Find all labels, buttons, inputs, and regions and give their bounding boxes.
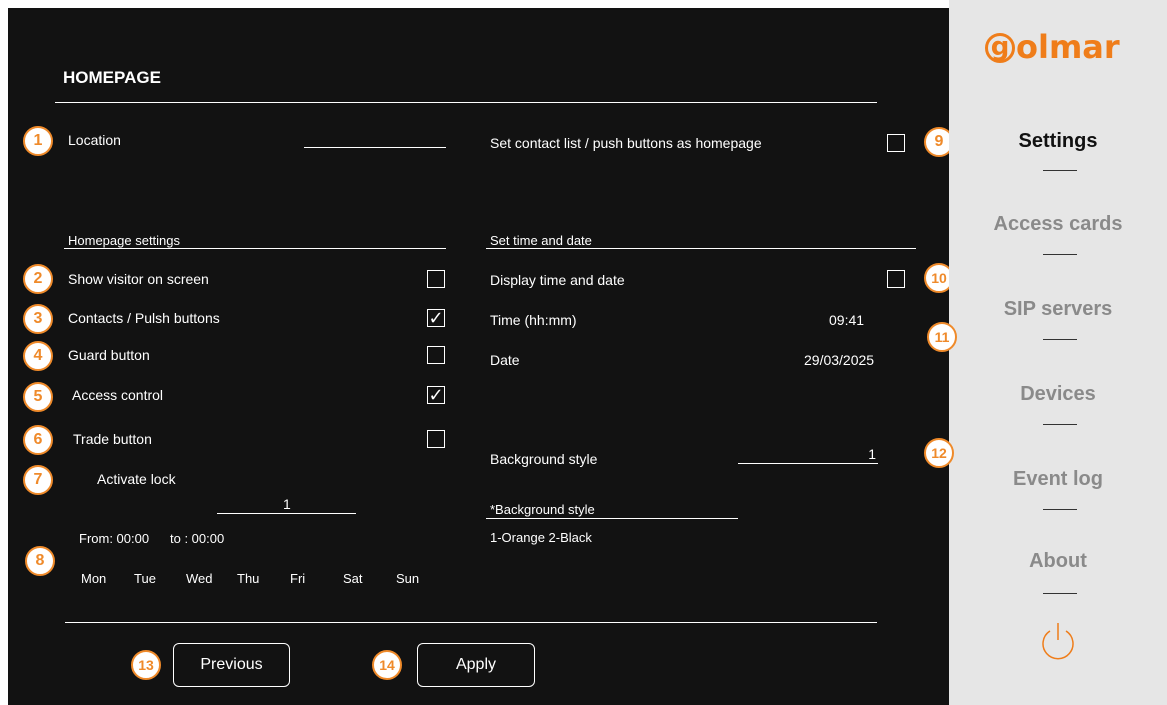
callout-3: 3 bbox=[23, 304, 53, 334]
logo-wordmark: olmar bbox=[1016, 28, 1120, 66]
day-fri[interactable]: Fri bbox=[290, 571, 305, 587]
day-sun[interactable]: Sun bbox=[396, 571, 419, 587]
callout-14: 14 bbox=[372, 650, 402, 680]
power-icon[interactable] bbox=[1038, 621, 1078, 663]
title-divider bbox=[55, 102, 877, 103]
setting-label-guard: Guard button bbox=[68, 347, 150, 363]
setting-label-access-control: Access control bbox=[72, 387, 164, 403]
homepage-settings-heading: Homepage settings bbox=[68, 233, 181, 248]
guard-button-checkbox[interactable] bbox=[427, 346, 445, 364]
nav-divider bbox=[1043, 509, 1077, 510]
callout-4: 4 bbox=[23, 341, 53, 371]
setting-label-contacts: Contacts / Pulsh buttons bbox=[68, 310, 220, 326]
day-tue[interactable]: Tue bbox=[134, 571, 156, 587]
callout-6: 6 bbox=[23, 425, 53, 455]
setting-label-show-visitor: Show visitor on screen bbox=[68, 271, 209, 287]
device-screen: HOMEPAGE Location Set contact list / pus… bbox=[8, 8, 954, 705]
nav-sip-servers[interactable]: SIP servers bbox=[949, 298, 1167, 321]
nav-event-log[interactable]: Event log bbox=[949, 468, 1167, 491]
display-time-date-checkbox[interactable] bbox=[887, 270, 905, 288]
nav-about[interactable]: About bbox=[949, 550, 1167, 573]
callout-1: 1 bbox=[23, 126, 53, 156]
time-date-heading: Set time and date bbox=[490, 233, 592, 248]
contacts-checkbox[interactable]: ✓ bbox=[427, 309, 445, 327]
nav-devices[interactable]: Devices bbox=[949, 383, 1167, 406]
background-note-divider bbox=[486, 518, 738, 519]
activate-lock-label: Activate lock bbox=[97, 471, 176, 487]
show-visitor-checkbox[interactable] bbox=[427, 270, 445, 288]
callout-13: 13 bbox=[131, 650, 161, 680]
day-sat[interactable]: Sat bbox=[343, 571, 363, 587]
background-style-field[interactable]: 1 bbox=[738, 444, 878, 464]
access-control-checkbox[interactable]: ✓ bbox=[427, 386, 445, 404]
nav-settings[interactable]: Settings bbox=[949, 130, 1167, 153]
location-field[interactable] bbox=[304, 128, 446, 148]
trade-button-checkbox[interactable] bbox=[427, 430, 445, 448]
callout-12: 12 bbox=[924, 438, 954, 468]
contact-homepage-checkbox[interactable] bbox=[887, 134, 905, 152]
nav-divider bbox=[1043, 593, 1077, 594]
day-thu[interactable]: Thu bbox=[237, 571, 259, 587]
footer-divider bbox=[65, 622, 877, 623]
time-date-divider bbox=[486, 248, 916, 249]
callout-8: 8 bbox=[25, 546, 55, 576]
callout-7: 7 bbox=[23, 465, 53, 495]
display-time-date-label: Display time and date bbox=[490, 272, 625, 288]
nav-access-cards[interactable]: Access cards bbox=[949, 213, 1167, 236]
schedule-to[interactable]: to : 00:00 bbox=[170, 531, 224, 547]
apply-button[interactable]: Apply bbox=[417, 643, 535, 687]
previous-button[interactable]: Previous bbox=[173, 643, 290, 687]
golmar-logo: g olmar bbox=[985, 28, 1120, 66]
page-title: HOMEPAGE bbox=[63, 68, 161, 87]
sidebar: g olmar Settings Access cards SIP servers… bbox=[924, 0, 1167, 705]
date-value[interactable]: 29/03/2025 bbox=[804, 352, 874, 368]
location-label: Location bbox=[68, 132, 121, 148]
day-mon[interactable]: Mon bbox=[81, 571, 106, 587]
background-note-text: 1-Orange 2-Black bbox=[490, 530, 592, 545]
schedule-from[interactable]: From: 00:00 bbox=[79, 531, 149, 547]
nav-divider bbox=[1043, 339, 1077, 340]
time-label: Time (hh:mm) bbox=[490, 312, 577, 328]
day-wed[interactable]: Wed bbox=[186, 571, 213, 587]
setting-label-trade: Trade button bbox=[73, 431, 152, 447]
activate-lock-field[interactable]: 1 bbox=[217, 494, 356, 514]
homepage-settings-divider bbox=[64, 248, 446, 249]
background-style-label: Background style bbox=[490, 451, 598, 467]
date-label: Date bbox=[490, 352, 520, 368]
contact-homepage-label: Set contact list / push buttons as homep… bbox=[490, 135, 762, 151]
background-style-value: 1 bbox=[868, 446, 876, 462]
callout-11: 11 bbox=[927, 322, 957, 352]
time-value[interactable]: 09:41 bbox=[829, 312, 864, 328]
callout-2: 2 bbox=[23, 264, 53, 294]
nav-divider bbox=[1043, 424, 1077, 425]
logo-g-mark: g bbox=[985, 33, 1015, 63]
callout-5: 5 bbox=[23, 382, 53, 412]
background-note-heading: *Background style bbox=[490, 502, 595, 517]
nav-divider bbox=[1043, 170, 1077, 171]
activate-lock-value: 1 bbox=[283, 496, 291, 512]
nav-divider bbox=[1043, 254, 1077, 255]
